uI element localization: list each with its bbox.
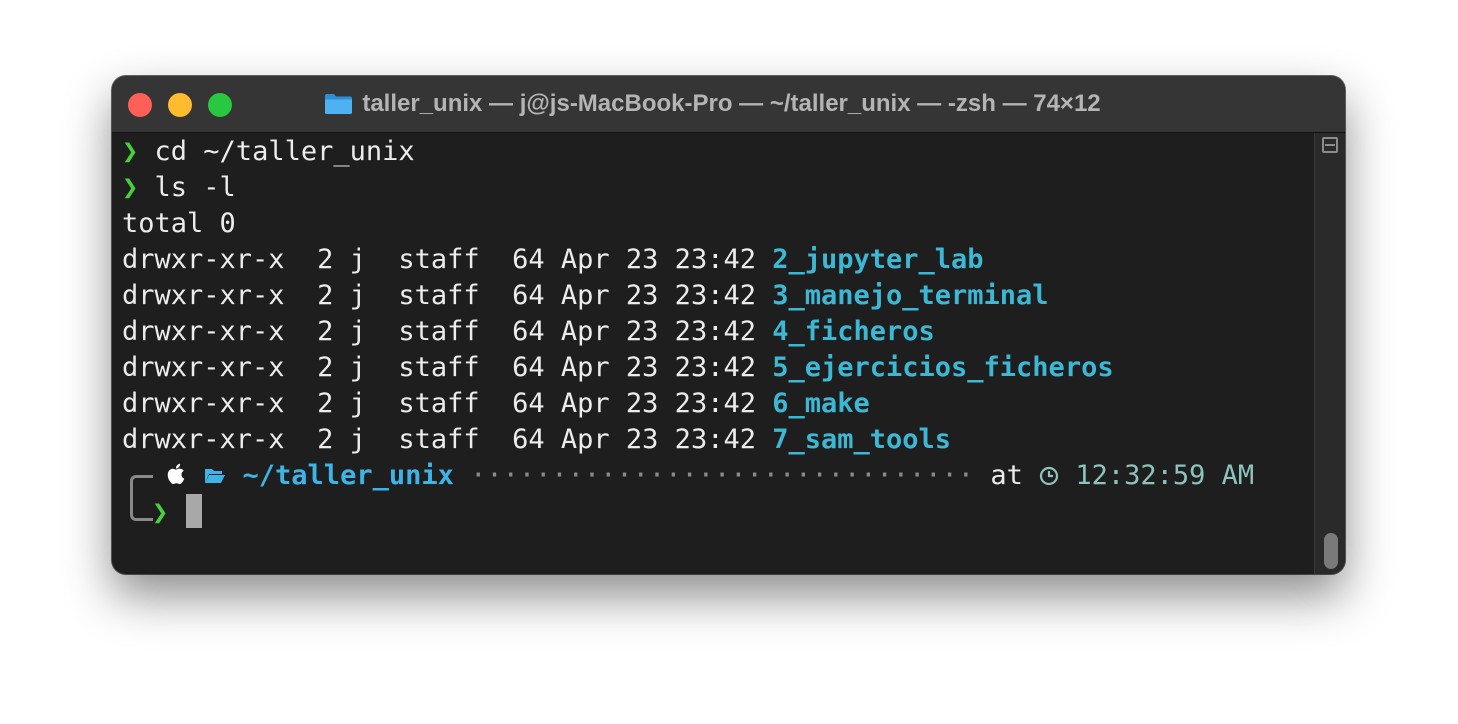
directory-name: 5_ejercicios_ficheros bbox=[772, 352, 1114, 383]
at-label: at bbox=[990, 460, 1023, 491]
listing-meta: drwxr-xr-x 2 j staff 64 Apr 23 23:42 bbox=[122, 424, 773, 455]
scroll-thumb[interactable] bbox=[1324, 533, 1338, 569]
listing-meta: drwxr-xr-x 2 j staff 64 Apr 23 23:42 bbox=[122, 244, 773, 275]
command-text: ls -l bbox=[154, 172, 236, 203]
directory-name: 6_make bbox=[772, 388, 870, 419]
apple-icon bbox=[167, 463, 185, 484]
directory-name: 2_jupyter_lab bbox=[772, 244, 984, 275]
directory-name: 3_manejo_terminal bbox=[772, 280, 1049, 311]
directory-name: 7_sam_tools bbox=[772, 424, 952, 455]
listing-row: drwxr-xr-x 2 j staff 64 Apr 23 23:42 7_s… bbox=[122, 422, 951, 458]
scrollbar[interactable] bbox=[1314, 133, 1345, 574]
command-line-1: ❯ cd ~/taller_unix bbox=[122, 134, 415, 170]
folder-icon bbox=[325, 94, 353, 114]
title-container: taller_unix — j@js-MacBook-Pro — ~/talle… bbox=[112, 76, 1345, 132]
listing-meta: drwxr-xr-x 2 j staff 64 Apr 23 23:42 bbox=[122, 280, 773, 311]
prompt-arrow: ❯ bbox=[122, 136, 139, 167]
listing-meta: drwxr-xr-x 2 j staff 64 Apr 23 23:42 bbox=[122, 388, 773, 419]
listing-row: drwxr-xr-x 2 j staff 64 Apr 23 23:42 4_f… bbox=[122, 314, 935, 350]
prompt-arrow: ❯ bbox=[152, 497, 169, 528]
current-path: ~/taller_unix bbox=[242, 460, 454, 491]
directory-name: 4_ficheros bbox=[772, 316, 935, 347]
input-prompt-line: ❯ bbox=[152, 495, 168, 531]
terminal-window: taller_unix — j@js-MacBook-Pro — ~/talle… bbox=[112, 76, 1345, 574]
window-title: taller_unix — j@js-MacBook-Pro — ~/talle… bbox=[362, 90, 1101, 117]
open-folder-icon bbox=[205, 469, 226, 483]
listing-row: drwxr-xr-x 2 j staff 64 Apr 23 23:42 6_m… bbox=[122, 386, 870, 422]
listing-row: drwxr-xr-x 2 j staff 64 Apr 23 23:42 2_j… bbox=[122, 242, 984, 278]
listing-meta: drwxr-xr-x 2 j staff 64 Apr 23 23:42 bbox=[122, 316, 773, 347]
prompt-arrow: ❯ bbox=[122, 172, 139, 203]
listing-row: drwxr-xr-x 2 j staff 64 Apr 23 23:42 5_e… bbox=[122, 350, 1114, 386]
clock-icon bbox=[1039, 466, 1059, 486]
listing-row: drwxr-xr-x 2 j staff 64 Apr 23 23:42 3_m… bbox=[122, 278, 1049, 314]
split-pane-icon[interactable] bbox=[1322, 137, 1338, 153]
terminal-content[interactable]: ❯ cd ~/taller_unix ❯ ls -l total 0 drwxr… bbox=[112, 133, 1345, 574]
prompt-bracket bbox=[130, 475, 153, 521]
command-text: cd ~/taller_unix bbox=[154, 136, 415, 167]
separator-dots: ······························· bbox=[470, 460, 975, 491]
command-line-2: ❯ ls -l bbox=[122, 170, 236, 206]
clock-time: 12:32:59 AM bbox=[1075, 460, 1255, 491]
status-line: ~/taller_unix ··························… bbox=[166, 458, 1254, 494]
listing-meta: drwxr-xr-x 2 j staff 64 Apr 23 23:42 bbox=[122, 352, 773, 383]
text-cursor bbox=[186, 494, 202, 528]
title-bar[interactable]: taller_unix — j@js-MacBook-Pro — ~/talle… bbox=[112, 76, 1345, 133]
total-line: total 0 bbox=[122, 208, 236, 239]
